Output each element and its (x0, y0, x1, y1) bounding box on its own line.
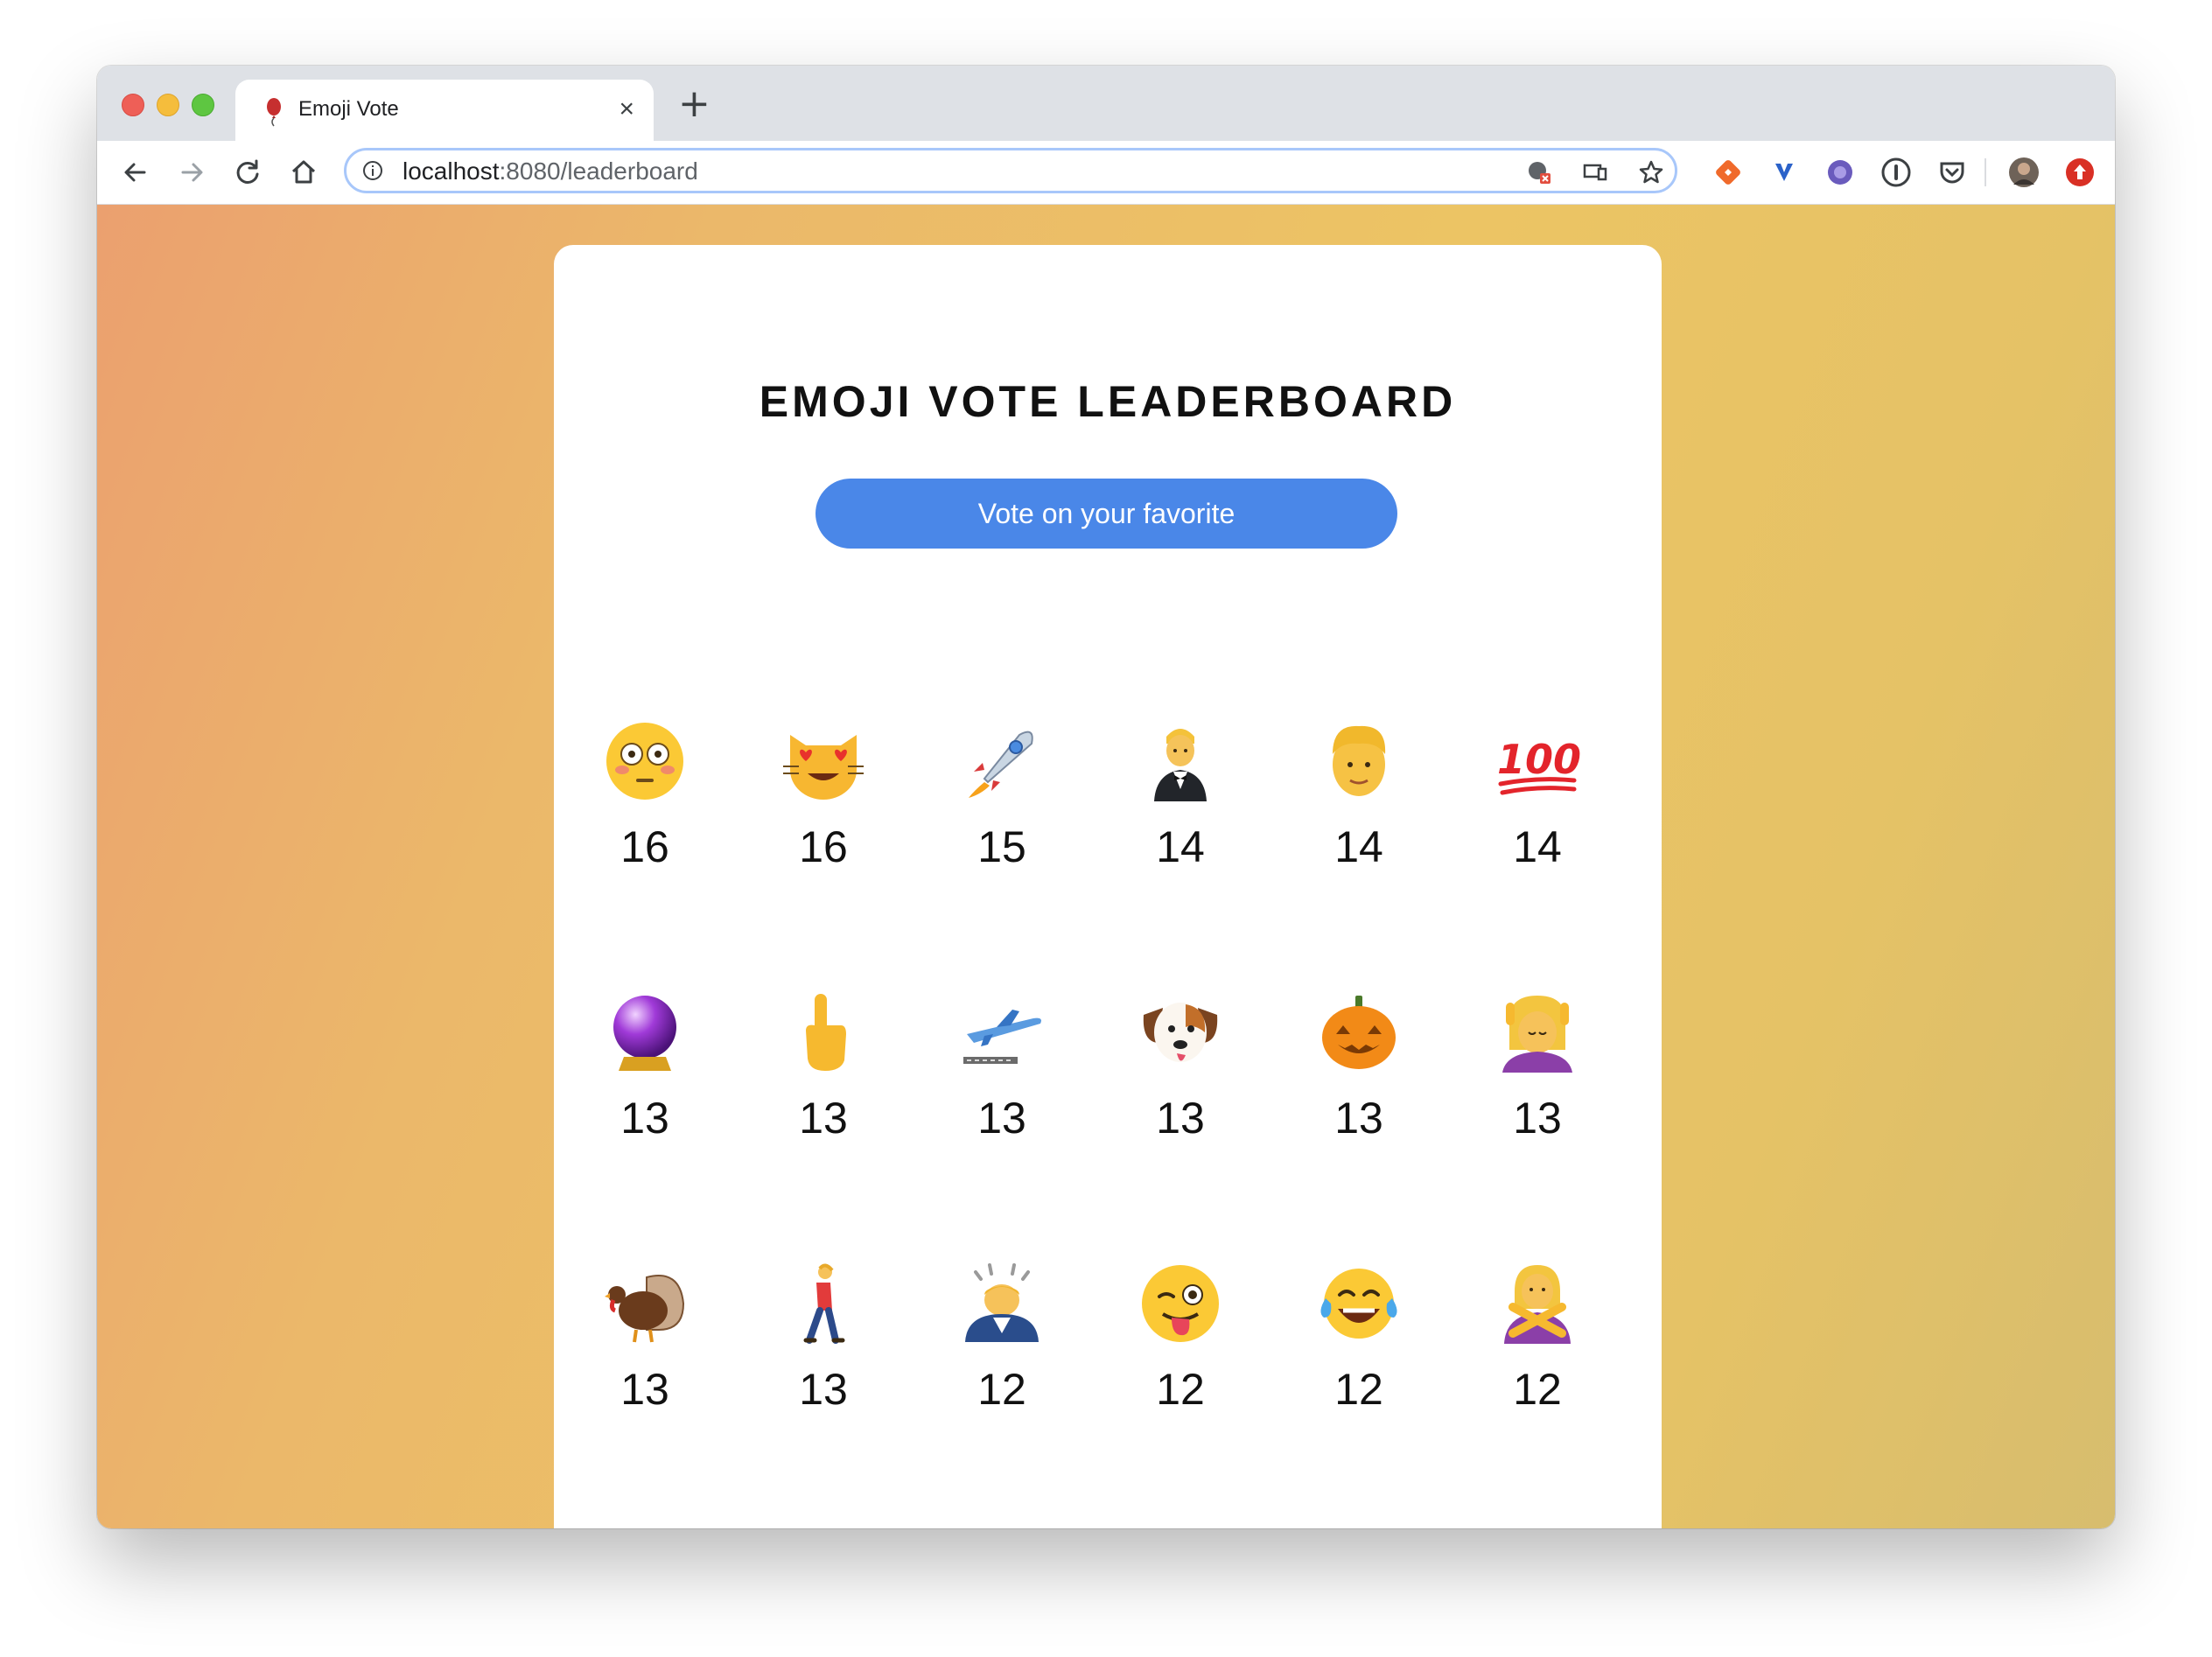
face-with-tears-of-joy-icon (1315, 1260, 1403, 1347)
vote-count: 12 (977, 1365, 1026, 1414)
tab-close-icon[interactable]: × (619, 94, 634, 125)
person-gesturing-no-icon (1494, 1260, 1581, 1347)
leaderboard-entry: 13 (733, 989, 914, 1190)
vote-favorite-button[interactable]: Vote on your favorite (816, 479, 1397, 549)
update-icon[interactable] (2064, 157, 2096, 188)
vote-count: 14 (1156, 822, 1205, 871)
password-manager-icon[interactable] (1880, 157, 1912, 188)
vote-count: 14 (1334, 822, 1383, 871)
rocket-icon (958, 717, 1046, 805)
dog-face-icon (1137, 989, 1224, 1076)
turkey-icon (601, 1260, 689, 1347)
flushed-face-icon (601, 717, 689, 805)
crystal-ball-icon (601, 989, 689, 1076)
vote-count: 16 (620, 822, 669, 871)
url-text: localhost:8080/leaderboard (402, 158, 698, 185)
vote-count: 15 (977, 822, 1026, 871)
winking-face-with-tongue-icon (1137, 1260, 1224, 1347)
vote-count: 13 (1156, 1094, 1205, 1143)
leaderboard-entry: 15 (912, 717, 1092, 919)
back-arrow-icon[interactable] (118, 155, 153, 190)
extension-shield-icon[interactable] (1768, 157, 1800, 188)
leaderboard-entry: 16 (555, 717, 735, 919)
browser-toolbar: localhost:8080/leaderboard (97, 141, 2115, 205)
leaderboard-entry: 14 (1269, 717, 1449, 919)
vote-count: 13 (799, 1365, 848, 1414)
site-info-icon[interactable] (362, 160, 383, 181)
vote-count: 13 (620, 1094, 669, 1143)
url-host: localhost (402, 157, 500, 185)
leaderboard-entry: 16 (733, 717, 914, 919)
leaderboard-entry: 12 (1447, 1260, 1628, 1461)
leaderboard-entry: 13 (912, 989, 1092, 1190)
toolbar-separator (1984, 158, 1986, 186)
close-window-button[interactable] (122, 94, 144, 116)
bookmark-star-icon[interactable] (1638, 159, 1664, 185)
leaderboard-entry: 13 (1090, 989, 1270, 1190)
home-icon[interactable] (286, 155, 321, 190)
heart-eyes-cat-icon (780, 717, 867, 805)
minimize-window-button[interactable] (157, 94, 179, 116)
profile-avatar-icon[interactable] (2008, 157, 2040, 188)
vote-count: 13 (977, 1094, 1026, 1143)
vote-count: 12 (1156, 1365, 1205, 1414)
vote-count: 12 (1513, 1365, 1562, 1414)
vote-count: 13 (1513, 1094, 1562, 1143)
man-in-tuxedo-icon (1137, 717, 1224, 805)
address-bar[interactable]: localhost:8080/leaderboard (344, 148, 1677, 193)
vote-count: 13 (620, 1365, 669, 1414)
leaderboard-entry: 12 (1269, 1260, 1449, 1461)
airplane-departure-icon (958, 989, 1046, 1076)
maximize-window-button[interactable] (192, 94, 214, 116)
new-tab-button[interactable]: + (678, 85, 710, 123)
leaderboard-card: EMOJI VOTE LEADERBOARD Vote on your favo… (554, 245, 1662, 1528)
reload-icon[interactable] (230, 155, 265, 190)
pointing-up-icon (780, 989, 867, 1076)
leaderboard-entry: 13 (1447, 989, 1628, 1190)
leaderboard-entry: 100 14 (1447, 717, 1628, 919)
forward-arrow-icon[interactable] (174, 155, 209, 190)
tab-strip: Emoji Vote × + (97, 66, 2115, 141)
leaderboard-entry: 13 (555, 1260, 735, 1461)
cast-device-icon[interactable] (1582, 159, 1608, 185)
leaderboard-entry: 12 (1090, 1260, 1270, 1461)
leaderboard-grid: 16 16 15 14 14 100 14 13 13 13 13 13 13 13 13 12 12 12 12 (554, 717, 1662, 1528)
svg-text:100: 100 (1497, 736, 1581, 783)
page-title: EMOJI VOTE LEADERBOARD (759, 377, 1457, 426)
pocket-icon[interactable] (1936, 157, 1968, 188)
tab-emoji-vote[interactable]: Emoji Vote × (235, 80, 654, 141)
leaderboard-entry: 12 (912, 1260, 1092, 1461)
leaderboard-entry: 13 (1269, 989, 1449, 1190)
person-getting-massage-icon (1494, 989, 1581, 1076)
tab-title: Emoji Vote (298, 97, 399, 121)
vote-count: 14 (1513, 822, 1562, 871)
vote-count: 12 (1334, 1365, 1383, 1414)
url-path: :8080/leaderboard (499, 157, 698, 185)
vote-count: 16 (799, 822, 848, 871)
translate-icon[interactable] (1526, 159, 1552, 185)
extension-purple-icon[interactable] (1824, 157, 1856, 188)
person-bowing-icon (958, 1260, 1046, 1347)
extension-orange-icon[interactable] (1712, 157, 1744, 188)
leaderboard-entry: 13 (555, 989, 735, 1190)
leaderboard-entry: 14 (1090, 717, 1270, 919)
leaderboard-entry: 13 (733, 1260, 914, 1461)
person-walking-icon (780, 1260, 867, 1347)
vote-count: 13 (799, 1094, 848, 1143)
balloon-favicon-icon (267, 98, 281, 127)
page-viewport: EMOJI VOTE LEADERBOARD Vote on your favo… (97, 205, 2115, 1528)
vote-count: 13 (1334, 1094, 1383, 1143)
hundred-points-icon: 100 (1494, 717, 1581, 805)
browser-window: Emoji Vote × + localhost:8080/leaderboar… (97, 66, 2115, 1528)
jack-o-lantern-icon (1315, 989, 1403, 1076)
man-icon (1315, 717, 1403, 805)
